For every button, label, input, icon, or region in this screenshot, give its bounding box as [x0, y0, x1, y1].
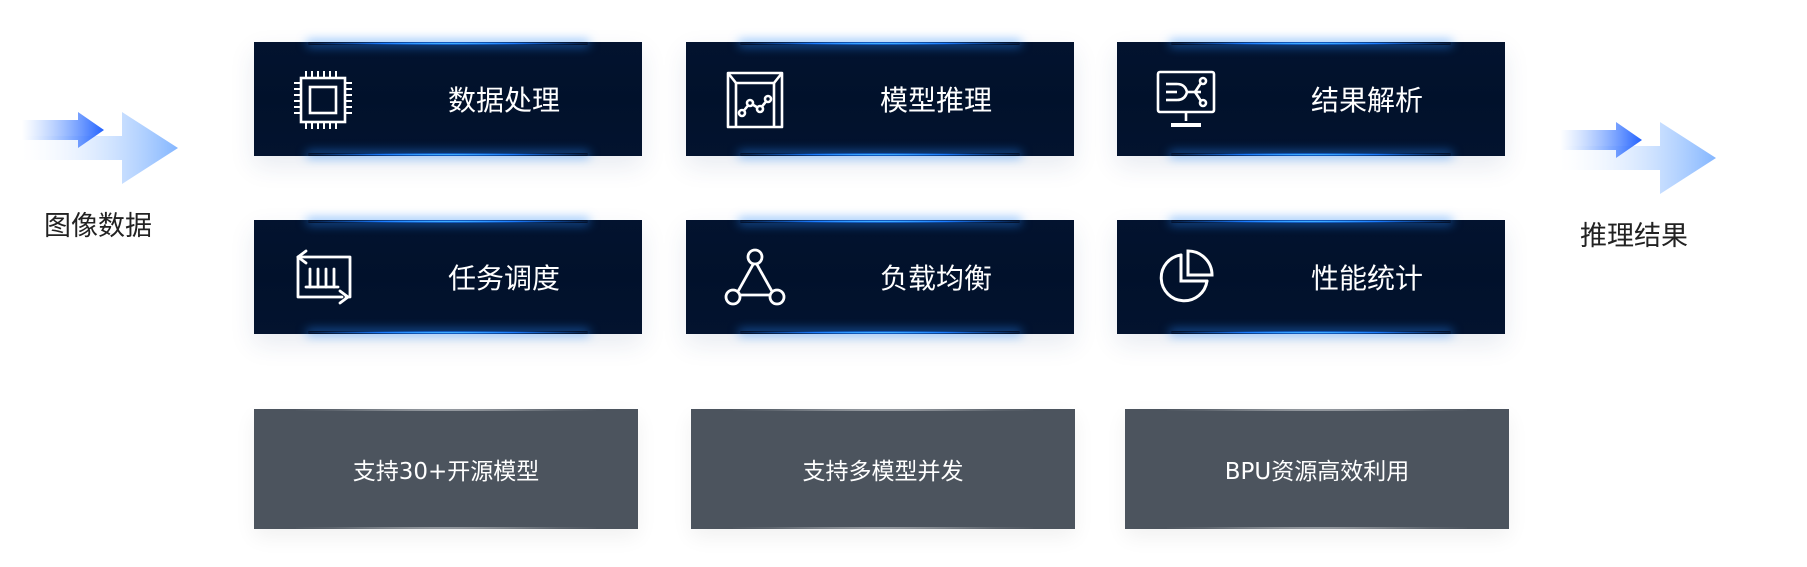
module-label: 负载均衡 — [879, 262, 992, 295]
feature-multi-model-concurrency: 支持多模型并发 — [691, 409, 1075, 529]
output-label: 推理结果 — [1580, 221, 1688, 252]
module-card-data-processing: 数据处理 — [254, 42, 642, 156]
output-arrow-icon — [1560, 122, 1716, 194]
module-card-performance-stats: 性能统计 — [1117, 220, 1505, 334]
feature-bpu-efficiency: BPU资源高效利用 — [1125, 409, 1509, 529]
monitor-analysis-icon — [1155, 69, 1217, 131]
module-card-result-parsing: 结果解析 — [1117, 42, 1505, 156]
model-box-icon — [724, 69, 786, 131]
chip-icon — [292, 69, 354, 131]
module-label: 数据处理 — [447, 84, 560, 117]
module-label: 任务调度 — [447, 262, 560, 295]
module-label: 结果解析 — [1310, 84, 1423, 117]
network-triangle-icon — [724, 247, 786, 309]
module-label: 模型推理 — [879, 84, 992, 117]
module-card-load-balancing: 负载均衡 — [686, 220, 1074, 334]
module-card-task-scheduling: 任务调度 — [254, 220, 642, 334]
module-card-model-inference: 模型推理 — [686, 42, 1074, 156]
module-label: 性能统计 — [1310, 262, 1423, 295]
input-label: 图像数据 — [44, 211, 152, 242]
pie-chart-icon — [1155, 247, 1217, 309]
input-arrow-icon — [22, 112, 178, 184]
schedule-icon — [292, 247, 354, 309]
feature-open-source-models: 支持30+开源模型 — [254, 409, 638, 529]
